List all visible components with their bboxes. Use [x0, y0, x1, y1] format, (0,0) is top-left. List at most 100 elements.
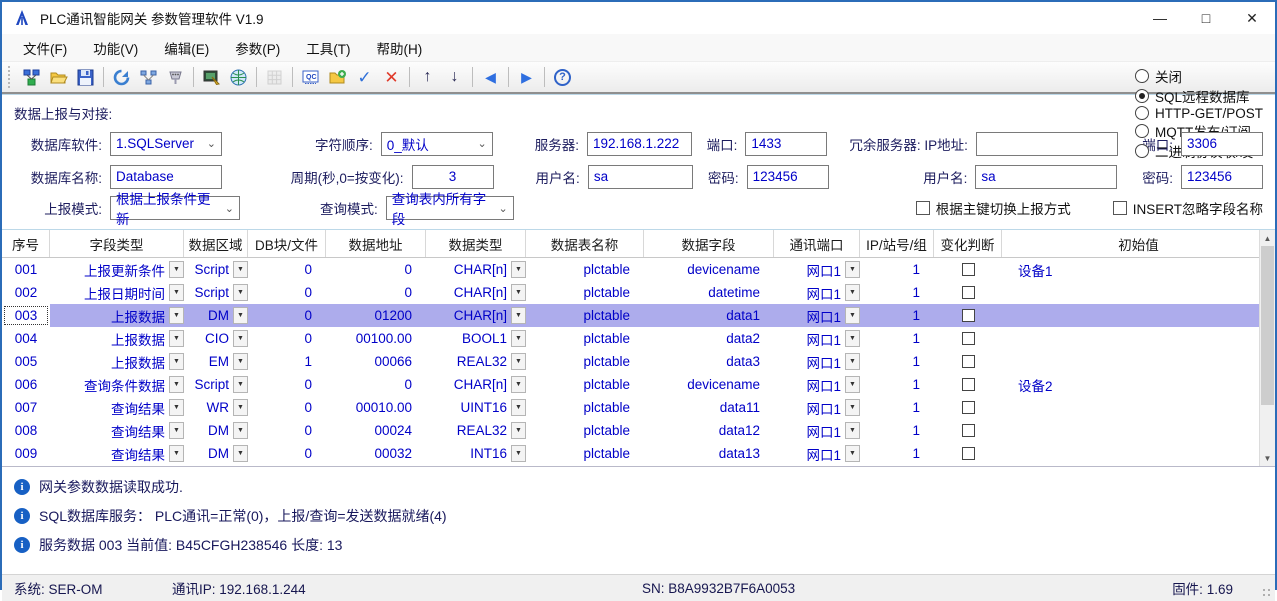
- chevron-down-icon[interactable]: ▼: [169, 376, 184, 393]
- chevron-down-icon[interactable]: ▼: [845, 330, 860, 347]
- cell-station[interactable]: 1: [860, 442, 934, 465]
- chevron-down-icon[interactable]: ▼: [233, 261, 248, 278]
- cell-table-name[interactable]: plctable: [526, 327, 644, 350]
- cell-data-address[interactable]: 00010.00: [326, 396, 426, 419]
- cell-data-address[interactable]: 0: [326, 281, 426, 304]
- table-row[interactable]: 005 上报数据▼ EM▼ 1 00066 REAL32▼ plctable d…: [2, 350, 1275, 373]
- cell-initial-value[interactable]: 设备1: [1002, 258, 1259, 281]
- period-input[interactable]: [412, 165, 494, 189]
- cell-initial-value[interactable]: [1002, 281, 1259, 304]
- primary-key-checkbox[interactable]: 根据主键切换上报方式: [916, 198, 1071, 218]
- cell-db-block[interactable]: 1: [248, 350, 326, 373]
- menu-item[interactable]: 编辑(E): [151, 34, 222, 62]
- cell-data-address[interactable]: 00024: [326, 419, 426, 442]
- cell-change-detect[interactable]: [934, 419, 1002, 442]
- cell-change-detect[interactable]: [934, 373, 1002, 396]
- cell-db-block[interactable]: 0: [248, 327, 326, 350]
- cell-data-address[interactable]: 00032: [326, 442, 426, 465]
- comm-nodes-icon[interactable]: [135, 64, 162, 90]
- checkbox-icon[interactable]: [962, 401, 975, 414]
- cell-change-detect[interactable]: [934, 350, 1002, 373]
- cell-station[interactable]: 1: [860, 281, 934, 304]
- chevron-down-icon[interactable]: ▼: [233, 353, 248, 370]
- cell-field-type[interactable]: 上报数据▼: [50, 304, 184, 327]
- redundant-ip-input[interactable]: [976, 132, 1118, 156]
- header-db-block[interactable]: DB块/文件: [248, 230, 326, 257]
- cell-station[interactable]: 1: [860, 419, 934, 442]
- cell-seq[interactable]: 002: [2, 281, 50, 304]
- move-up-icon[interactable]: ↑: [414, 64, 441, 90]
- cell-comm-port[interactable]: 网口1▼: [774, 281, 860, 304]
- cell-seq[interactable]: 008: [2, 419, 50, 442]
- header-initial-value[interactable]: 初始值: [1002, 230, 1259, 257]
- cell-comm-port[interactable]: 网口1▼: [774, 350, 860, 373]
- menu-item[interactable]: 文件(F): [10, 34, 80, 62]
- cell-field-type[interactable]: 查询结果▼: [50, 396, 184, 419]
- cell-initial-value[interactable]: [1002, 350, 1259, 373]
- cell-station[interactable]: 1: [860, 258, 934, 281]
- move-down-icon[interactable]: ↓: [441, 64, 468, 90]
- cell-data-area[interactable]: Script▼: [184, 373, 248, 396]
- chevron-down-icon[interactable]: ▼: [169, 445, 184, 462]
- chevron-down-icon[interactable]: ▼: [845, 261, 860, 278]
- cell-field-type[interactable]: 上报数据▼: [50, 327, 184, 350]
- checkbox-icon[interactable]: [962, 332, 975, 345]
- cell-seq[interactable]: 003: [2, 304, 50, 327]
- scroll-up-icon[interactable]: ▲: [1260, 230, 1275, 246]
- cell-comm-port[interactable]: 网口1▼: [774, 396, 860, 419]
- apply-check-icon[interactable]: ✓: [351, 64, 378, 90]
- chevron-down-icon[interactable]: ▼: [845, 307, 860, 324]
- table-row[interactable]: 007 查询结果▼ WR▼ 0 00010.00 UINT16▼ plctabl…: [2, 396, 1275, 419]
- nav-next-icon[interactable]: ▶: [513, 64, 540, 90]
- cell-seq[interactable]: 009: [2, 442, 50, 465]
- cell-field-type[interactable]: 上报数据▼: [50, 350, 184, 373]
- table-row[interactable]: 004 上报数据▼ CIO▼ 0 00100.00 BOOL1▼ plctabl…: [2, 327, 1275, 350]
- cell-seq[interactable]: 001: [2, 258, 50, 281]
- checkbox-icon[interactable]: [962, 286, 975, 299]
- query-mode-select[interactable]: 查询表内所有字段⌄: [386, 196, 514, 220]
- cell-db-block[interactable]: 0: [248, 419, 326, 442]
- checkbox-icon[interactable]: [962, 263, 975, 276]
- chevron-down-icon[interactable]: ▼: [845, 445, 860, 462]
- serial-port-icon[interactable]: [162, 64, 189, 90]
- checkbox-icon[interactable]: [962, 309, 975, 322]
- cell-data-address[interactable]: 0: [326, 258, 426, 281]
- cell-change-detect[interactable]: [934, 258, 1002, 281]
- chevron-down-icon[interactable]: ▼: [169, 307, 184, 324]
- scrollbar-track[interactable]: [1260, 246, 1275, 450]
- report-mode-radio[interactable]: 关闭: [1135, 66, 1263, 86]
- insert-ignore-checkbox[interactable]: INSERT忽略字段名称: [1113, 198, 1263, 218]
- chevron-down-icon[interactable]: ▼: [511, 445, 526, 462]
- cell-data-field[interactable]: data13: [644, 442, 774, 465]
- cell-change-detect[interactable]: [934, 304, 1002, 327]
- checkbox-icon[interactable]: [962, 378, 975, 391]
- cell-comm-port[interactable]: 网口1▼: [774, 258, 860, 281]
- chevron-down-icon[interactable]: ▼: [511, 284, 526, 301]
- cell-data-type[interactable]: REAL32▼: [426, 419, 526, 442]
- cell-station[interactable]: 1: [860, 350, 934, 373]
- cell-data-type[interactable]: INT16▼: [426, 442, 526, 465]
- chevron-down-icon[interactable]: ▼: [845, 422, 860, 439]
- chevron-down-icon[interactable]: ▼: [233, 284, 248, 301]
- report-mode-select[interactable]: 根据上报条件更新⌄: [110, 196, 240, 220]
- menu-item[interactable]: 帮助(H): [364, 34, 436, 62]
- redundant-port-input[interactable]: [1181, 132, 1263, 156]
- header-change-detect[interactable]: 变化判断: [934, 230, 1002, 257]
- report-mode-radio[interactable]: SQL远程数据库: [1135, 86, 1263, 106]
- cell-initial-value[interactable]: [1002, 327, 1259, 350]
- port-input[interactable]: [745, 132, 827, 156]
- cell-data-area[interactable]: DM▼: [184, 419, 248, 442]
- network-import-icon[interactable]: [18, 64, 45, 90]
- cell-initial-value[interactable]: [1002, 442, 1259, 465]
- cell-data-field[interactable]: data1: [644, 304, 774, 327]
- scrollbar-thumb[interactable]: [1261, 246, 1274, 405]
- delete-cross-icon[interactable]: ✕: [378, 64, 405, 90]
- chevron-down-icon[interactable]: ▼: [169, 422, 184, 439]
- cell-data-field[interactable]: data11: [644, 396, 774, 419]
- chevron-down-icon[interactable]: ▼: [845, 399, 860, 416]
- chevron-down-icon[interactable]: ▼: [169, 399, 184, 416]
- cell-db-block[interactable]: 0: [248, 258, 326, 281]
- header-table-name[interactable]: 数据表名称: [526, 230, 644, 257]
- cell-seq[interactable]: 006: [2, 373, 50, 396]
- refresh-icon[interactable]: [108, 64, 135, 90]
